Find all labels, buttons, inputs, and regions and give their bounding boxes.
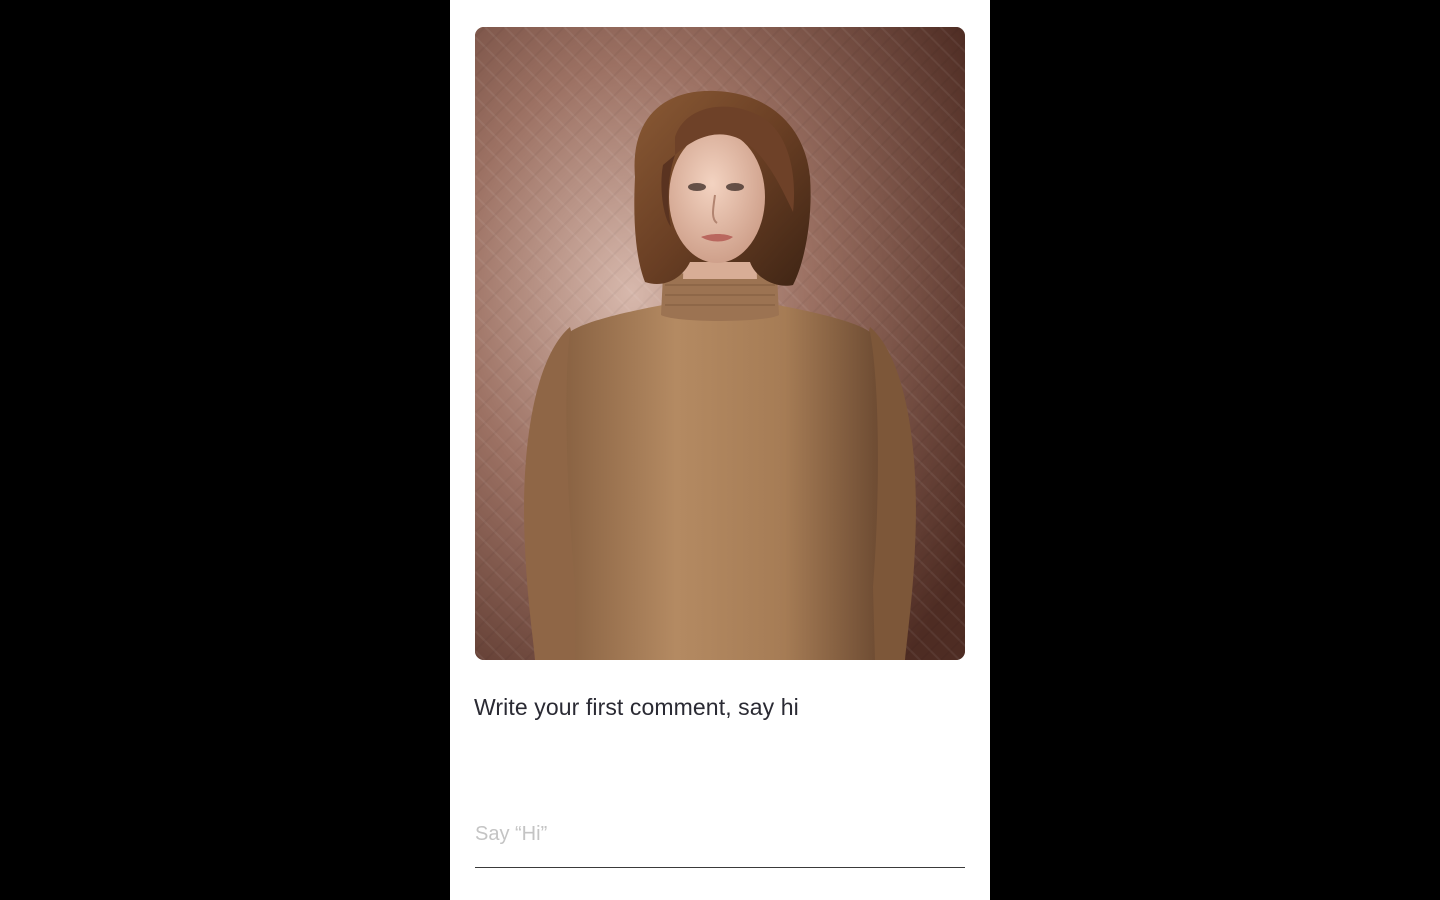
feed-card: Write your first comment, say hi: [450, 0, 990, 900]
portrait-illustration: [475, 27, 965, 660]
comment-prompt-text: Write your first comment, say hi: [474, 694, 799, 720]
portrait-photo[interactable]: [475, 27, 965, 660]
app-stage: Write your first comment, say hi: [0, 0, 1440, 900]
comment-input[interactable]: [475, 816, 965, 868]
